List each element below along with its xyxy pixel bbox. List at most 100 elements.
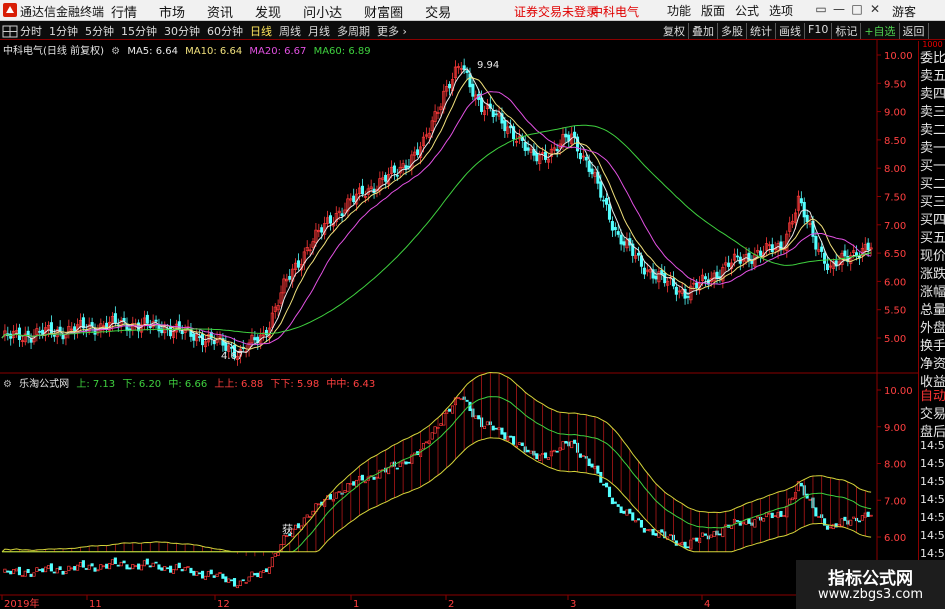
side-item[interactable]: 涨跌	[920, 263, 945, 282]
side-item[interactable]: 买二	[920, 173, 945, 192]
tab-intraday[interactable]: 分时	[20, 23, 42, 39]
side-item[interactable]: 自动	[920, 385, 945, 404]
add-watchlist-button[interactable]: +自选	[861, 23, 900, 39]
close-icon[interactable]: ✕	[866, 2, 884, 16]
side-item[interactable]: 交易	[920, 403, 945, 422]
sub-candle	[683, 541, 687, 549]
sub-candle	[9, 570, 13, 575]
candle-body	[622, 241, 626, 246]
menu-item-news[interactable]: 资讯	[207, 2, 233, 21]
side-item[interactable]: 涨幅	[920, 281, 945, 300]
sub-candle	[180, 569, 184, 572]
sub-candle	[128, 567, 132, 570]
restore-icon[interactable]: ▭	[812, 2, 830, 16]
candle-body	[145, 314, 149, 324]
sub-candle	[131, 563, 135, 570]
side-item[interactable]: 卖二	[920, 119, 945, 138]
sub-candle	[398, 462, 402, 467]
tab-1min[interactable]: 1分钟	[49, 23, 78, 39]
sub-candle	[23, 570, 27, 577]
side-item[interactable]: 买四	[920, 209, 945, 228]
back-button[interactable]: 返回	[900, 23, 929, 39]
menu-item-market[interactable]: 市场	[159, 2, 185, 21]
statistics-button[interactable]: 统计	[747, 23, 776, 39]
sub-candle	[294, 524, 298, 530]
multi-stock-button[interactable]: 多股	[718, 23, 747, 39]
tab-more[interactable]: 更多 ›	[377, 23, 407, 39]
side-item[interactable]: 外盘	[920, 317, 945, 336]
overlay-button[interactable]: 叠加	[689, 23, 718, 39]
candle-body	[703, 276, 707, 280]
side-item[interactable]: 买一	[920, 155, 945, 174]
menu-item-wealth[interactable]: 财富圈	[364, 2, 403, 21]
sub-candle	[450, 405, 455, 414]
y-tick-label: 6.50	[884, 249, 906, 260]
tab-monthly[interactable]: 月线	[308, 23, 330, 39]
tab-60min[interactable]: 60分钟	[207, 23, 243, 39]
menu-item-function[interactable]: 功能	[667, 2, 691, 19]
sub-candle	[346, 483, 350, 492]
draw-line-button[interactable]: 画线	[776, 23, 805, 39]
sub-candle	[639, 520, 644, 528]
sub-candle	[81, 560, 85, 568]
user-label[interactable]: 游客	[892, 3, 916, 20]
side-item[interactable]: 总量	[920, 299, 945, 318]
sub-candle	[482, 425, 487, 429]
sub-candle	[718, 533, 722, 536]
side-item[interactable]: 卖四	[920, 83, 945, 102]
tab-daily[interactable]: 日线	[250, 23, 272, 39]
sub-candle	[183, 567, 187, 571]
side-item[interactable]: 卖三	[920, 101, 945, 120]
side-item[interactable]: 现价	[920, 245, 945, 264]
minimize-icon[interactable]: —	[830, 2, 848, 16]
tab-30min[interactable]: 30分钟	[164, 23, 200, 39]
kline-chart[interactable]: 10.00 9.50 9.00 8.50 8.00 7.50 7.00 6.50 6.00 5.5…	[0, 40, 918, 609]
sub-candle	[788, 498, 792, 505]
menu-item-trade[interactable]: 交易	[425, 2, 451, 21]
menu-item-formula[interactable]: 公式	[735, 2, 759, 19]
menu-item-discover[interactable]: 发现	[255, 2, 281, 21]
side-item[interactable]: 卖一	[920, 137, 945, 156]
sub-candle	[552, 449, 556, 453]
mark-button[interactable]: 标记	[832, 23, 862, 39]
menu-item-options[interactable]: 选项	[769, 2, 793, 19]
trade-time: 14:56	[920, 439, 945, 452]
tab-multi-period[interactable]: 多周期	[337, 23, 370, 39]
side-item[interactable]: 卖五	[920, 65, 945, 84]
sub-candle	[343, 490, 347, 493]
side-item[interactable]: 买五	[920, 227, 945, 246]
menu-item-layout[interactable]: 版面	[701, 2, 725, 19]
menu-item-quotes[interactable]: 行情	[111, 2, 137, 21]
candle-body	[535, 152, 539, 162]
sub-candle	[230, 579, 234, 582]
sub-candle	[843, 516, 847, 521]
candle-body	[468, 73, 472, 88]
candle-body	[360, 185, 364, 195]
adjust-price-button[interactable]: 复权	[660, 23, 689, 39]
chart-toolbar: 分时 1分钟 5分钟 15分钟 30分钟 60分钟 日线 周线 月线 多周期 更…	[0, 21, 945, 40]
menu-item-ask[interactable]: 问小达	[303, 2, 342, 21]
sub-candle	[866, 511, 870, 517]
maximize-icon[interactable]: □	[848, 2, 866, 16]
candle-body	[392, 165, 396, 173]
candle-body	[38, 331, 42, 333]
side-item[interactable]: 委比	[920, 47, 945, 66]
sub-candle	[590, 463, 594, 468]
f10-button[interactable]: F10	[805, 23, 833, 39]
settings-gear-icon[interactable]: ⚙	[3, 379, 12, 390]
grid-icon[interactable]	[2, 25, 18, 38]
main-menu: 行情 市场 资讯 发现 问小达 财富圈 交易	[111, 2, 473, 21]
y-tick-label: 7.00	[884, 221, 906, 232]
tab-15min[interactable]: 15分钟	[121, 23, 157, 39]
tab-5min[interactable]: 5分钟	[85, 23, 114, 39]
side-item[interactable]: 换手	[920, 335, 945, 354]
right-menu: 功能 版面 公式 选项	[667, 2, 803, 19]
side-item[interactable]: 净资	[920, 353, 945, 372]
settings-gear-icon[interactable]: ⚙	[111, 46, 120, 57]
login-warning[interactable]: 证券交易未登录	[514, 3, 598, 20]
tab-weekly[interactable]: 周线	[279, 23, 301, 39]
candle-body	[735, 255, 739, 258]
side-item[interactable]: 买三	[920, 191, 945, 210]
side-item[interactable]: 盘后	[920, 421, 945, 440]
sub-candle	[770, 512, 774, 519]
